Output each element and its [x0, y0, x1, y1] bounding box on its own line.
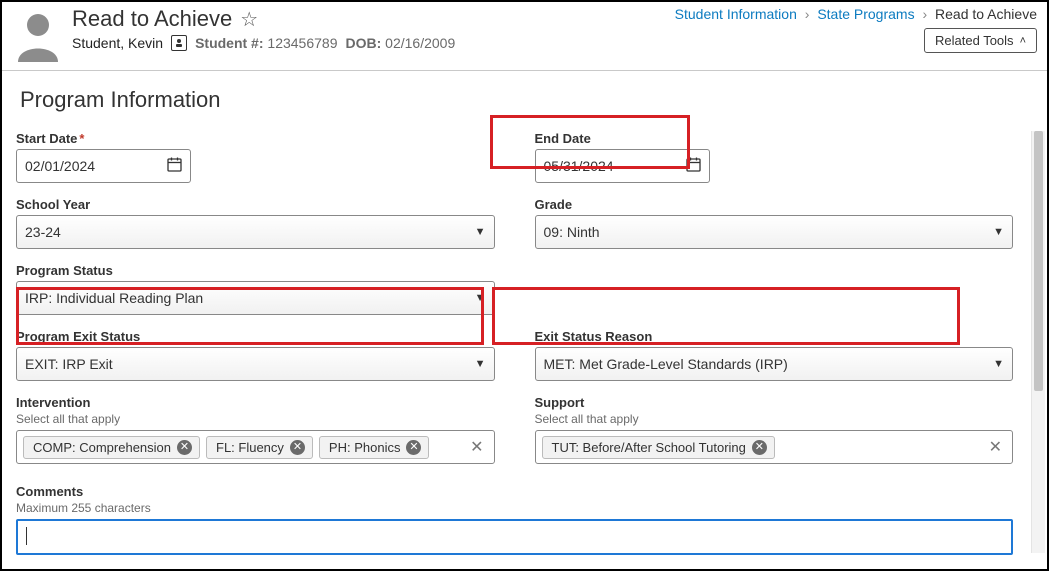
comments-textarea[interactable]	[16, 519, 1013, 555]
chevron-up-icon: ˄	[1020, 35, 1026, 47]
breadcrumb: Student Information › State Programs › R…	[675, 6, 1037, 22]
chip: PH: Phonics ✕	[319, 436, 430, 459]
field-comments: Comments Maximum 255 characters	[16, 484, 1013, 555]
field-intervention: Intervention Select all that apply COMP:…	[16, 395, 495, 464]
scrollbar-track[interactable]	[1031, 131, 1045, 553]
chevron-down-icon: ▼	[993, 358, 1004, 370]
breadcrumb-link-2[interactable]: State Programs	[817, 6, 914, 22]
calendar-icon[interactable]	[167, 157, 182, 175]
chevron-down-icon: ▼	[475, 358, 486, 370]
field-start-date: Start Date* 02/01/2024	[16, 131, 495, 183]
support-multiselect[interactable]: TUT: Before/After School Tutoring ✕ ✕	[535, 430, 1014, 464]
chevron-down-icon: ▼	[993, 226, 1004, 238]
field-end-date: End Date 05/31/2024	[535, 131, 1014, 183]
chip: FL: Fluency ✕	[206, 436, 313, 459]
exit-status-select[interactable]: EXIT: IRP Exit ▼	[16, 347, 495, 381]
section-title: Program Information	[20, 87, 1033, 113]
field-exit-reason: Exit Status Reason MET: Met Grade-Level …	[535, 329, 1014, 381]
student-info-line: Student, Kevin Student #: 123456789 DOB:…	[72, 35, 675, 51]
start-date-input[interactable]: 02/01/2024	[16, 149, 191, 183]
chevron-right-icon: ›	[801, 6, 814, 22]
scrollbar-thumb[interactable]	[1034, 131, 1043, 391]
text-cursor	[26, 527, 27, 545]
chevron-right-icon: ›	[918, 6, 931, 22]
student-avatar	[12, 10, 64, 62]
chip-remove-icon[interactable]: ✕	[177, 440, 192, 455]
field-grade: Grade 09: Ninth ▼	[535, 197, 1014, 249]
favorite-star-icon[interactable]: ☆	[240, 7, 258, 32]
chip-remove-icon[interactable]: ✕	[752, 440, 767, 455]
related-tools-button[interactable]: Related Tools ˄	[924, 28, 1037, 53]
page-header: Read to Achieve ☆ Student, Kevin Student…	[2, 2, 1047, 71]
id-card-icon[interactable]	[171, 35, 187, 51]
form-content: Program Information Start Date* 02/01/20…	[2, 71, 1047, 555]
field-exit-status: Program Exit Status EXIT: IRP Exit ▼	[16, 329, 495, 381]
intervention-multiselect[interactable]: COMP: Comprehension ✕ FL: Fluency ✕ PH: …	[16, 430, 495, 464]
program-status-select[interactable]: IRP: Individual Reading Plan ▼	[16, 281, 495, 315]
chip: TUT: Before/After School Tutoring ✕	[542, 436, 775, 459]
grade-select[interactable]: 09: Ninth ▼	[535, 215, 1014, 249]
chip: COMP: Comprehension ✕	[23, 436, 200, 459]
chevron-down-icon: ▼	[475, 292, 486, 304]
chevron-down-icon: ▼	[475, 226, 486, 238]
end-date-input[interactable]: 05/31/2024	[535, 149, 710, 183]
student-name: Student, Kevin	[72, 35, 163, 51]
chip-remove-icon[interactable]: ✕	[290, 440, 305, 455]
page-title: Read to Achieve	[72, 6, 232, 32]
chip-remove-icon[interactable]: ✕	[406, 440, 421, 455]
field-program-status: Program Status IRP: Individual Reading P…	[16, 263, 495, 315]
field-support: Support Select all that apply TUT: Befor…	[535, 395, 1014, 464]
clear-all-icon[interactable]: ✕	[985, 437, 1006, 457]
breadcrumb-current: Read to Achieve	[935, 6, 1037, 22]
exit-reason-select[interactable]: MET: Met Grade-Level Standards (IRP) ▼	[535, 347, 1014, 381]
field-school-year: School Year 23-24 ▼	[16, 197, 495, 249]
clear-all-icon[interactable]: ✕	[466, 437, 487, 457]
breadcrumb-link-1[interactable]: Student Information	[675, 6, 797, 22]
school-year-select[interactable]: 23-24 ▼	[16, 215, 495, 249]
calendar-icon[interactable]	[686, 157, 701, 175]
